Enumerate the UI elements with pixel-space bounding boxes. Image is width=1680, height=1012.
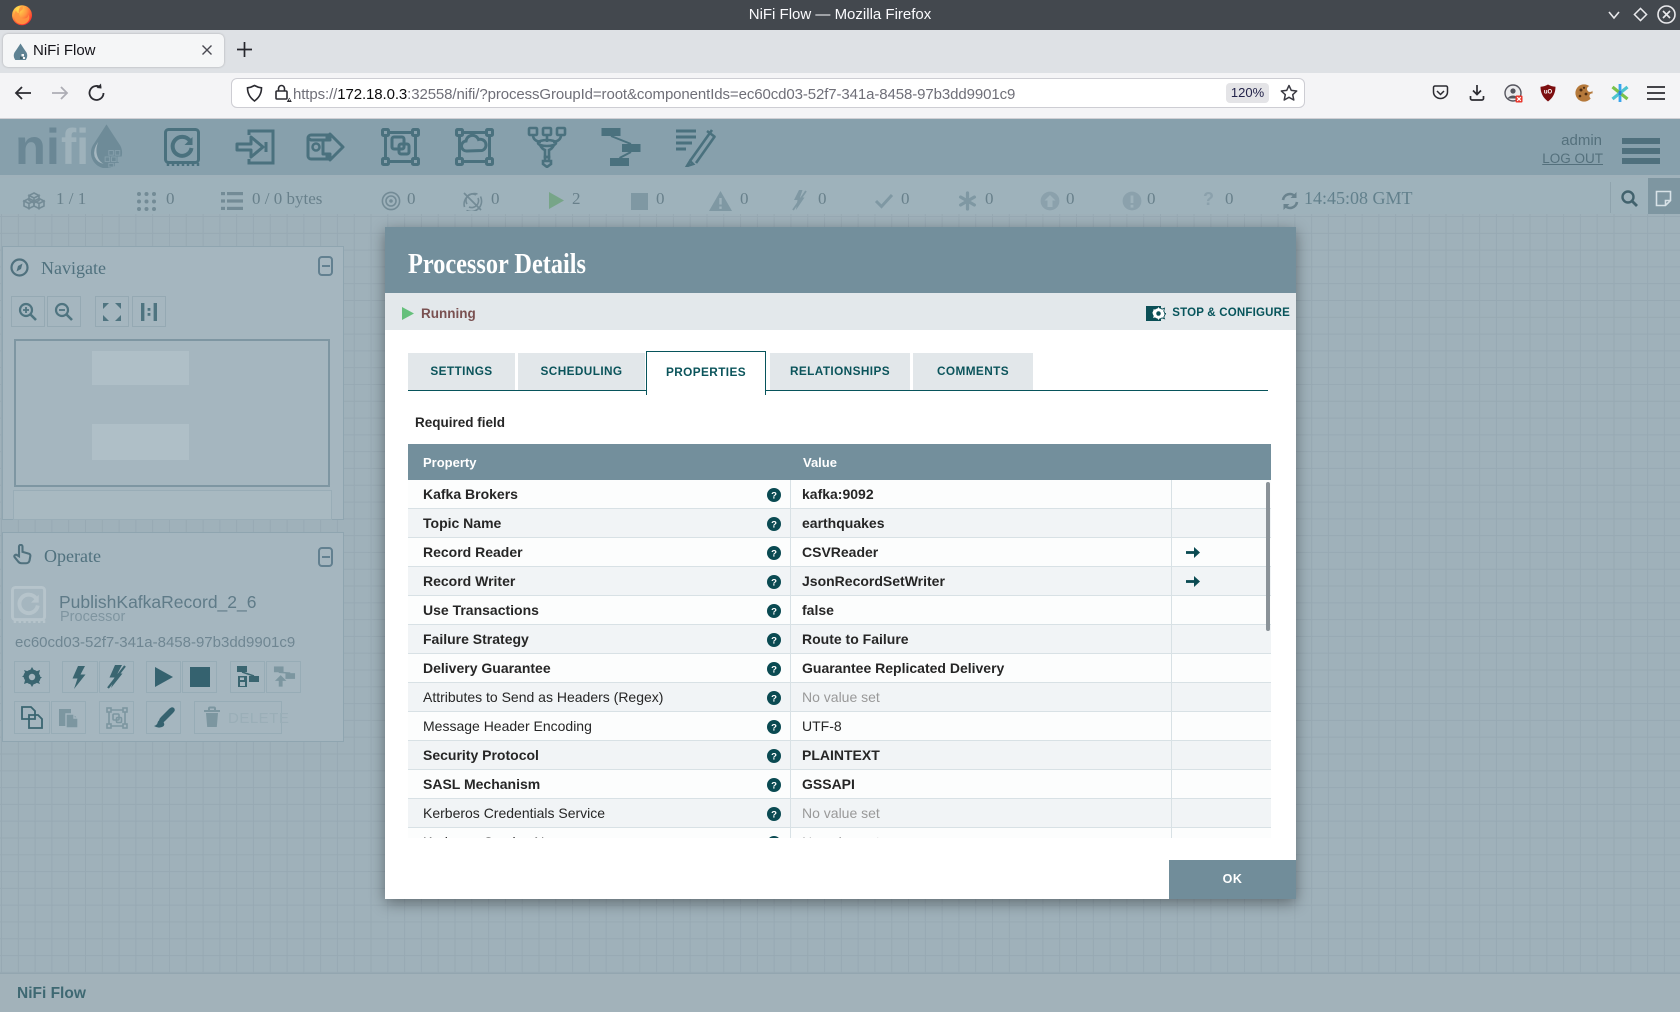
svg-text:?: ? <box>771 693 777 704</box>
svg-text:fi: fi <box>61 126 89 172</box>
svg-text:?: ? <box>771 751 777 762</box>
svg-text:uO: uO <box>1544 90 1553 96</box>
svg-text:?: ? <box>771 635 777 646</box>
svg-text:?: ? <box>771 519 777 530</box>
svg-text:?: ? <box>771 606 777 617</box>
svg-text:?: ? <box>771 780 777 791</box>
svg-text:?: ? <box>771 577 777 588</box>
svg-text:?: ? <box>771 490 777 501</box>
svg-text:?: ? <box>771 809 777 820</box>
svg-text:?: ? <box>771 664 777 675</box>
svg-text:ni: ni <box>15 126 60 172</box>
svg-text:?: ? <box>771 548 777 559</box>
svg-text:?: ? <box>771 722 777 733</box>
svg-text:Processor Details: Processor Details <box>408 249 586 279</box>
